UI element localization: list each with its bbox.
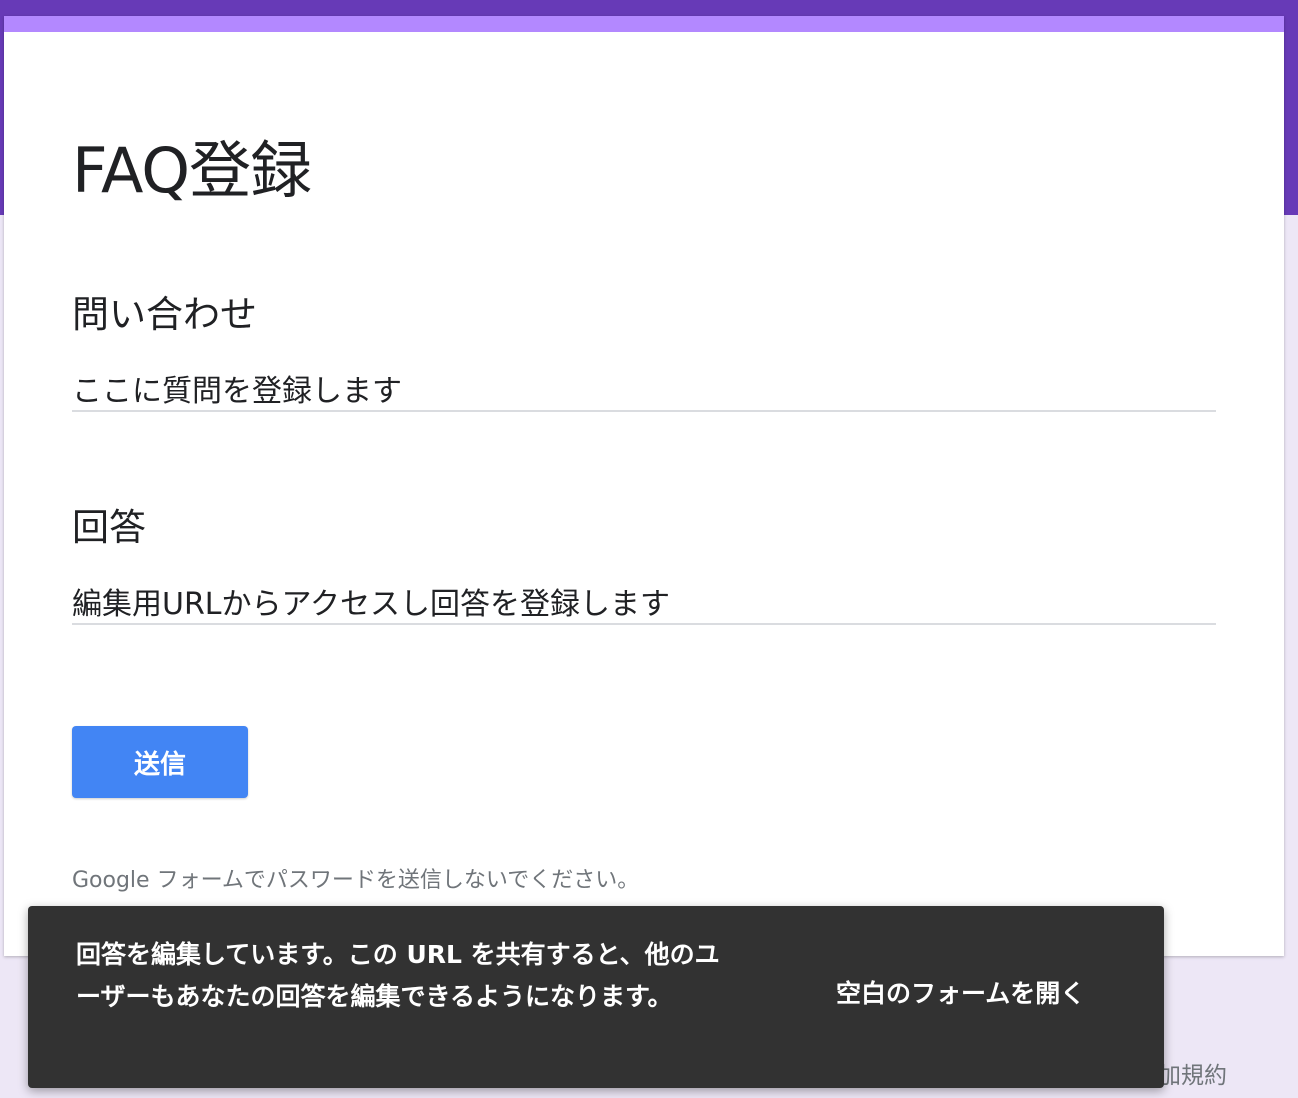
submit-button[interactable]: 送信 bbox=[72, 726, 248, 798]
form-card: FAQ登録 問い合わせ 回答 送信 Google フォームでパスワードを送信しな… bbox=[4, 16, 1284, 956]
answer-input[interactable] bbox=[72, 579, 1216, 625]
terms-link[interactable]: 加規約 bbox=[1158, 1056, 1227, 1090]
question-inquiry-label: 問い合わせ bbox=[72, 293, 257, 336]
password-disclaimer: Google フォームでパスワードを送信しないでください。 bbox=[72, 868, 640, 893]
form-title: FAQ登録 bbox=[72, 134, 312, 207]
open-blank-form-button[interactable]: 空白のフォームを開く bbox=[836, 974, 1085, 1010]
question-answer-label: 回答 bbox=[72, 506, 146, 549]
inquiry-input[interactable] bbox=[72, 366, 1216, 412]
snackbar-message: 回答を編集しています。この URL を共有すると、他のユーザーもあなたの回答を編… bbox=[76, 940, 720, 1011]
edit-snackbar: 回答を編集しています。この URL を共有すると、他のユーザーもあなたの回答を編… bbox=[28, 906, 1164, 1088]
